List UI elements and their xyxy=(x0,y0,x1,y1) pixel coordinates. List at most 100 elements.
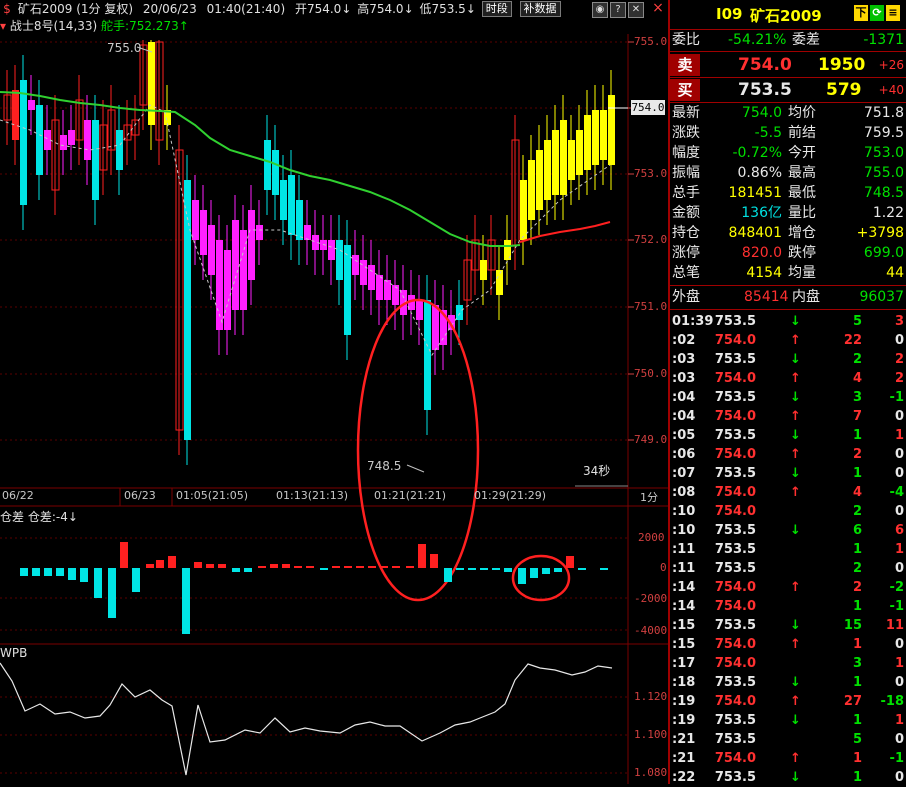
list-icon[interactable]: ≡ xyxy=(886,5,900,21)
tick-row[interactable]: :06 754.0 2 0 ↑ xyxy=(670,445,906,464)
high-mark-label: 755.0 xyxy=(107,41,142,55)
tick-oi-change: -4 xyxy=(889,485,904,500)
kline-chart[interactable] xyxy=(0,0,668,784)
tick-price: 754.0 xyxy=(714,504,756,519)
period-tick[interactable]: 1分 xyxy=(640,489,658,505)
tick-row[interactable]: :14 754.0 1 -1 xyxy=(670,597,906,616)
tick-volume: 1 xyxy=(852,542,862,557)
sell-volume: 1950 xyxy=(818,55,866,75)
wpb-tick: 1.100 xyxy=(634,728,668,741)
tick-oi-change: 0 xyxy=(894,447,904,462)
stat-value: 699.0 xyxy=(863,245,904,261)
buy-volume: 579 xyxy=(826,80,862,100)
stat-value: 181451 xyxy=(728,185,782,201)
up-arrow-icon: ↑ xyxy=(790,694,801,709)
oi-bar xyxy=(258,566,266,568)
tick-volume: 2 xyxy=(852,352,862,367)
tick-price: 753.5 xyxy=(714,523,756,538)
candle-body xyxy=(352,255,359,275)
tick-oi-change: -1 xyxy=(889,599,904,614)
tick-row[interactable]: :10 753.5 6 6 ↓ xyxy=(670,521,906,540)
tick-row[interactable]: :21 754.0 1 -1 ↑ xyxy=(670,749,906,768)
tick-price: 753.5 xyxy=(714,428,756,443)
stat-label: 均量 xyxy=(788,265,816,281)
tick-price: 753.5 xyxy=(714,466,756,481)
candle-body xyxy=(68,130,75,145)
stat-row: 总笔 4154 均量 44 xyxy=(670,264,906,282)
oi-bar xyxy=(444,568,452,582)
stat-label: 持仓 xyxy=(672,225,700,241)
oi-bar xyxy=(430,554,438,568)
oi-bar xyxy=(566,556,574,568)
tick-row[interactable]: :10 754.0 2 0 xyxy=(670,502,906,521)
tick-row[interactable]: :21 753.5 5 0 xyxy=(670,730,906,749)
stat-row: 持仓 848401 增仓 +3798 xyxy=(670,224,906,242)
tick-volume: 2 xyxy=(852,447,862,462)
down-arrow-icon: ↓ xyxy=(67,510,78,524)
tick-row[interactable]: :19 753.5 1 1 ↓ xyxy=(670,711,906,730)
tick-row[interactable]: :17 754.0 3 1 xyxy=(670,654,906,673)
tick-oi-change: 3 xyxy=(894,314,904,329)
stat-label: 涨跌 xyxy=(672,125,700,141)
tick-time: :10 xyxy=(672,523,696,538)
tick-time: :05 xyxy=(672,428,696,443)
tick-time: :02 xyxy=(672,333,696,348)
tick-row[interactable]: :11 753.5 1 1 xyxy=(670,540,906,559)
down-button[interactable]: 下 xyxy=(854,5,868,21)
weibi-value: -54.21% xyxy=(728,32,787,48)
time-tick: 01:21(21:21) xyxy=(374,489,446,502)
oi-bar xyxy=(156,560,164,568)
tick-row[interactable]: :14 754.0 2 -2 ↑ xyxy=(670,578,906,597)
down-arrow-icon: ↓ xyxy=(790,713,801,728)
candle-body xyxy=(432,305,439,350)
tick-volume: 1 xyxy=(852,713,862,728)
down-arrow-icon: ↓ xyxy=(790,352,801,367)
stat-value: 4154 xyxy=(746,265,782,281)
tick-row[interactable]: :03 754.0 4 2 ↑ xyxy=(670,369,906,388)
oi-bar xyxy=(270,564,278,568)
stat-value: 44 xyxy=(886,265,904,281)
tick-time: :18 xyxy=(672,675,696,690)
candle-body xyxy=(456,305,463,320)
oi-bar xyxy=(306,566,314,568)
tick-row[interactable]: :08 754.0 4 -4 ↑ xyxy=(670,483,906,502)
tick-volume: 1 xyxy=(852,637,862,652)
chart-area[interactable]: $ 矿石2009 (1分 复权) 20/06/23 01:40(21:40) 开… xyxy=(0,0,668,784)
tick-row[interactable]: :18 753.5 1 0 ↓ xyxy=(670,673,906,692)
tick-time: 01:39 xyxy=(672,314,714,329)
tick-time: :08 xyxy=(672,485,696,500)
stat-value: 755.0 xyxy=(863,165,904,181)
tick-row[interactable]: :02 754.0 22 0 ↑ xyxy=(670,331,906,350)
oi-bar xyxy=(518,568,526,584)
refresh-icon[interactable]: ⟳ xyxy=(870,5,884,21)
tick-row[interactable]: :15 753.5 15 11 ↓ xyxy=(670,616,906,635)
stat-value: 0.86% xyxy=(737,165,782,181)
tick-oi-change: 0 xyxy=(894,675,904,690)
stat-row: 最新 754.0 均价 751.8 xyxy=(670,104,906,122)
stat-label: 量比 xyxy=(788,205,816,221)
tick-row[interactable]: :15 754.0 1 0 ↑ xyxy=(670,635,906,654)
tick-price: 753.5 xyxy=(714,732,756,747)
buy-price: 753.5 xyxy=(738,80,792,100)
candle-body xyxy=(84,120,91,160)
tick-row[interactable]: :03 753.5 2 2 ↓ xyxy=(670,350,906,369)
time-tick: 01:29(21:29) xyxy=(474,489,546,502)
down-arrow-icon: ↓ xyxy=(790,390,801,405)
tick-row[interactable]: :22 753.5 1 0 ↓ xyxy=(670,768,906,787)
tick-row[interactable]: :04 753.5 3 -1 ↓ xyxy=(670,388,906,407)
down-arrow-icon: ↓ xyxy=(790,428,801,443)
instrument-code: I09 xyxy=(716,5,743,23)
tick-row[interactable]: :11 753.5 2 0 xyxy=(670,559,906,578)
tick-time: :15 xyxy=(672,637,696,652)
tick-row[interactable]: :04 754.0 7 0 ↑ xyxy=(670,407,906,426)
tick-row[interactable]: :19 754.0 27 -18 ↑ xyxy=(670,692,906,711)
tick-price: 753.5 xyxy=(714,618,756,633)
stat-value: -5.5 xyxy=(754,125,782,141)
tick-row[interactable]: :07 753.5 1 0 ↓ xyxy=(670,464,906,483)
candle-body xyxy=(496,270,503,295)
tick-row[interactable]: 01:39 753.5 5 3 ↓ xyxy=(670,312,906,331)
oi-bar xyxy=(94,568,102,598)
tick-row[interactable]: :05 753.5 1 1 ↓ xyxy=(670,426,906,445)
candle-body xyxy=(148,42,155,125)
oi-bar xyxy=(32,568,40,576)
